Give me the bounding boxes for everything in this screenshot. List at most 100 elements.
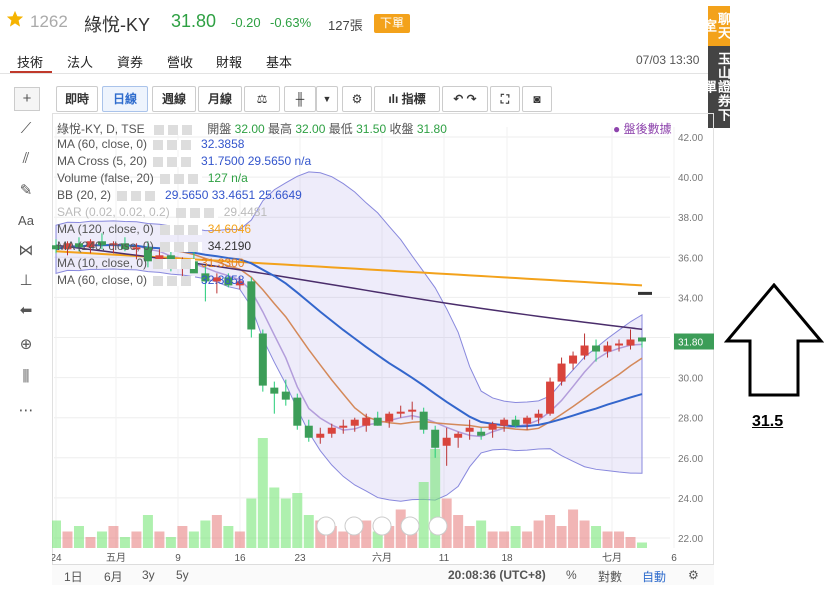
- fib-icon[interactable]: ⫽: [14, 148, 38, 170]
- volume-bar: [510, 526, 521, 548]
- ma240-marker: [638, 291, 652, 295]
- range-3y[interactable]: 3y: [142, 568, 155, 582]
- pattern-icon[interactable]: ⋈: [14, 240, 38, 262]
- legend-ma60: MA (60, close, 0): [57, 137, 148, 151]
- volume-bar: [154, 531, 165, 548]
- volume-bar: [223, 526, 234, 548]
- legend-bb-value: 29.5650 33.4651 25.6649: [165, 188, 302, 202]
- volume-bar: [453, 515, 464, 548]
- zoom-control: [400, 516, 420, 536]
- camera-icon[interactable]: ◙: [522, 86, 552, 112]
- candle-body: [304, 425, 313, 438]
- legend-controls[interactable]: [159, 173, 202, 184]
- candle-body: [500, 419, 509, 426]
- range-6m[interactable]: 6月: [104, 568, 123, 585]
- after-hours-text: 盤後數據: [623, 122, 672, 136]
- volume-bar: [257, 438, 268, 548]
- zoom-control: [316, 516, 336, 536]
- period-daily-button[interactable]: 日線: [102, 86, 148, 112]
- volume-bar: [579, 520, 590, 548]
- legend-controls[interactable]: [159, 224, 202, 235]
- y-tick-label: 28.00: [678, 414, 703, 425]
- volume-bar: [476, 520, 487, 548]
- tab-financials[interactable]: 財報: [216, 52, 242, 71]
- tab-margin[interactable]: 資券: [117, 52, 143, 71]
- candle-body: [362, 417, 371, 426]
- more-tools-icon[interactable]: ⋯: [14, 400, 38, 422]
- legend-controls[interactable]: [153, 275, 196, 286]
- tab-technical[interactable]: 技術: [17, 52, 43, 71]
- candle-body: [511, 419, 520, 426]
- compare-icon[interactable]: ⚖: [244, 86, 280, 112]
- volume-bar: [625, 537, 636, 548]
- order-button[interactable]: 下單: [374, 14, 410, 33]
- period-intraday-button[interactable]: 即時: [56, 86, 98, 112]
- candle-body: [638, 337, 646, 342]
- legend-controls[interactable]: [175, 207, 218, 218]
- tab-revenue[interactable]: 營收: [167, 52, 193, 71]
- period-weekly-button[interactable]: 週線: [152, 86, 196, 112]
- log-toggle[interactable]: 對數: [598, 568, 622, 585]
- after-hours-label[interactable]: ● 盤後數據: [613, 120, 672, 137]
- brush-icon[interactable]: ✎: [14, 180, 38, 202]
- price-change: -0.20: [231, 15, 261, 30]
- auto-scale-toggle[interactable]: 自動: [642, 568, 666, 585]
- chat-room-button[interactable]: 聊天室: [702, 6, 731, 46]
- high-label: 最高: [268, 122, 293, 136]
- volume-bar: [545, 515, 556, 548]
- percent-toggle[interactable]: %: [566, 568, 577, 582]
- range-1d[interactable]: 1日: [64, 568, 83, 585]
- gear-icon[interactable]: ⚙: [688, 568, 699, 582]
- y-tick-label: 38.00: [678, 213, 703, 224]
- chevron-down-icon[interactable]: ▼: [316, 86, 338, 112]
- ruler-icon[interactable]: ⫼: [14, 366, 38, 388]
- tab-basic[interactable]: 基本: [266, 52, 292, 71]
- x-tick-label: 六月: [372, 552, 392, 563]
- x-tick-label: 9: [175, 553, 181, 563]
- legend-controls[interactable]: [153, 156, 196, 167]
- volume-bar: [292, 493, 303, 548]
- legend-controls[interactable]: [159, 241, 202, 252]
- trend-line-icon[interactable]: ⟋: [14, 118, 38, 140]
- zoom-in-icon[interactable]: ⊕: [14, 334, 38, 356]
- legend-controls[interactable]: [153, 258, 196, 269]
- favorite-star-icon[interactable]: [6, 10, 24, 28]
- gear-icon[interactable]: ⚙: [342, 86, 372, 112]
- period-monthly-button[interactable]: 月線: [198, 86, 242, 112]
- volume-bar: [108, 526, 119, 548]
- open-value: 32.00: [234, 122, 265, 136]
- volume-bar: [556, 526, 567, 548]
- undo-redo-icon[interactable]: ↶ ↷: [442, 86, 488, 112]
- candle-body: [258, 333, 267, 386]
- indicators-button[interactable]: ılı 指標: [374, 86, 440, 112]
- crosshair-icon[interactable]: +: [14, 87, 40, 111]
- candle-body: [523, 417, 532, 424]
- text-tool-icon[interactable]: Aa: [14, 210, 38, 232]
- x-tick-label: 23: [294, 553, 306, 563]
- fullscreen-icon[interactable]: ⛶: [490, 86, 520, 112]
- arrow-left-icon[interactable]: ⬅: [14, 300, 38, 322]
- legend-ma120: MA (120, close, 0): [57, 222, 154, 236]
- legend-ma120-value: 34.6046: [207, 222, 252, 236]
- volume-bar: [280, 498, 291, 548]
- legend-controls[interactable]: [153, 124, 196, 135]
- candle-body: [615, 343, 624, 346]
- tab-bar-divider: [0, 73, 708, 74]
- tab-institutional[interactable]: 法人: [67, 52, 93, 71]
- legend-volume-value: 127 n/a: [207, 171, 248, 185]
- volume-bar: [614, 531, 625, 548]
- y-tick-label: 22.00: [678, 534, 703, 545]
- volume-bar: [177, 526, 188, 548]
- legend-ma240: MA (240, close, 0): [57, 239, 154, 253]
- candle-style-icon[interactable]: ╫: [284, 86, 316, 112]
- volume-bar: [165, 537, 176, 548]
- legend-controls[interactable]: [153, 139, 196, 150]
- measure-icon[interactable]: ⊥: [14, 270, 38, 292]
- candle-body: [373, 417, 382, 426]
- legend-ma60b-value: 32.3858: [201, 273, 245, 287]
- legend-controls[interactable]: [117, 190, 160, 201]
- high-value: 32.00: [295, 122, 326, 136]
- stock-price: 31.80: [171, 11, 217, 31]
- range-5y[interactable]: 5y: [176, 568, 189, 582]
- price-change-percent: -0.63%: [270, 15, 312, 30]
